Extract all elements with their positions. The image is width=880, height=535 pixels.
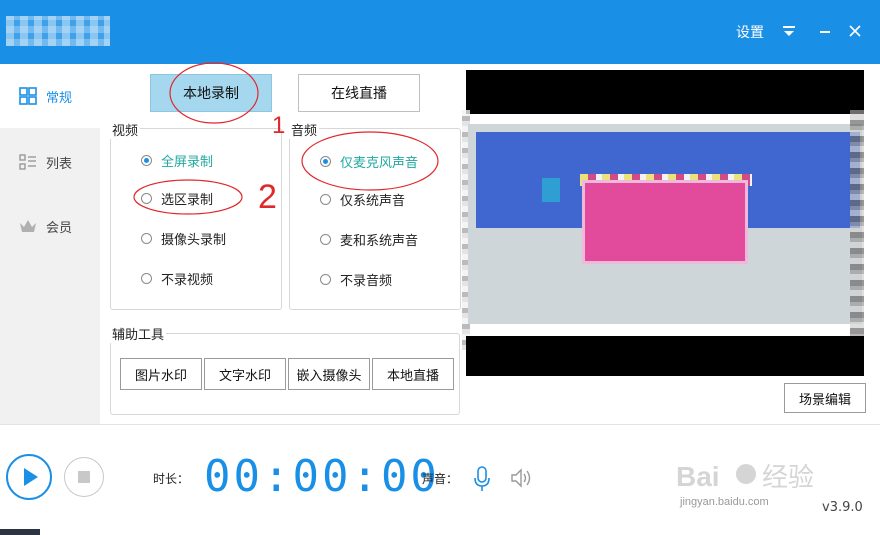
text-watermark-button[interactable]: 文字水印	[204, 358, 286, 390]
preview-pink-region	[582, 180, 748, 264]
image-watermark-button[interactable]: 图片水印	[120, 358, 202, 390]
radio-label: 不录视频	[161, 273, 214, 288]
audio-group-title: 音频	[289, 120, 320, 139]
baidu-watermark: Bai 经验	[676, 456, 846, 518]
radio-dot	[320, 274, 331, 285]
watermark-brand: Bai	[676, 461, 720, 492]
crown-icon	[18, 216, 38, 236]
audio-option-mic-only[interactable]: 仅麦克风声音	[320, 152, 418, 171]
sound-label: 声音：	[422, 472, 459, 486]
radio-label: 仅系统声音	[340, 194, 406, 209]
close-icon[interactable]	[844, 18, 866, 44]
speaker-icon[interactable]	[510, 467, 534, 489]
settings-button[interactable]: 设置	[736, 22, 764, 42]
microphone-icon[interactable]	[472, 465, 492, 493]
radio-label: 摄像头录制	[161, 233, 227, 248]
video-option-region[interactable]: 选区录制	[141, 189, 213, 208]
play-icon	[24, 468, 38, 486]
radio-dot	[320, 234, 331, 245]
radio-label: 仅麦克风声音	[340, 156, 419, 171]
online-live-button[interactable]: 在线直播	[298, 74, 420, 112]
version-label: v3.9.0	[822, 500, 863, 515]
radio-dot	[141, 233, 152, 244]
video-option-none[interactable]: 不录视频	[141, 269, 213, 288]
radio-label: 麦和系统声音	[340, 234, 419, 249]
audio-option-mic-and-system[interactable]: 麦和系统声音	[320, 230, 418, 249]
menu-icon[interactable]	[778, 18, 800, 44]
audio-option-none[interactable]: 不录音频	[320, 270, 392, 289]
radio-dot	[320, 156, 331, 167]
title-bar: 设置	[0, 0, 880, 64]
video-option-camera[interactable]: 摄像头录制	[141, 229, 226, 248]
bottom-divider	[0, 424, 880, 425]
duration-label: 时长：	[153, 472, 190, 486]
stop-icon	[78, 471, 90, 483]
preview-area	[462, 70, 864, 376]
list-icon	[18, 152, 38, 172]
radio-dot	[141, 193, 152, 204]
sidebar-item-vip[interactable]: 会员	[0, 194, 100, 258]
preview-teal-block	[542, 178, 560, 202]
play-button[interactable]	[6, 454, 52, 500]
radio-dot	[141, 273, 152, 284]
stop-button[interactable]	[64, 457, 104, 497]
watermark-brand2: 经验	[762, 463, 814, 493]
watermark-url: jingyan.baidu.com	[680, 496, 769, 508]
minimize-icon[interactable]	[814, 18, 836, 44]
app-logo	[6, 16, 110, 46]
audio-option-system-only[interactable]: 仅系统声音	[320, 190, 405, 209]
sidebar: 常规 列表 会员	[0, 64, 100, 424]
preview-letterbox-bottom	[466, 336, 864, 376]
radio-dot	[141, 155, 152, 166]
preview-noise-right	[850, 110, 864, 350]
radio-label: 不录音频	[340, 274, 393, 289]
embed-camera-button[interactable]: 嵌入摄像头	[288, 358, 370, 390]
sidebar-item-label: 常规	[46, 90, 73, 106]
scene-edit-button[interactable]: 场景编辑	[784, 383, 866, 413]
sidebar-item-list[interactable]: 列表	[0, 130, 100, 194]
video-group-title: 视频	[110, 120, 141, 139]
local-record-button[interactable]: 本地录制	[150, 74, 272, 112]
video-option-fullscreen[interactable]: 全屏录制	[141, 151, 213, 170]
radio-label: 选区录制	[161, 193, 214, 208]
local-live-button[interactable]: 本地直播	[372, 358, 454, 390]
taskbar-edge	[0, 529, 40, 535]
duration-timer: 00:00:00	[204, 451, 440, 502]
grid-icon	[18, 86, 38, 106]
sidebar-item-label: 会员	[46, 220, 73, 236]
radio-label: 全屏录制	[161, 155, 214, 170]
preview-letterbox-top	[466, 70, 864, 114]
radio-dot	[320, 194, 331, 205]
sidebar-item-label: 列表	[46, 156, 73, 172]
sidebar-item-general[interactable]: 常规	[0, 64, 100, 128]
tools-group-title: 辅助工具	[110, 324, 167, 343]
